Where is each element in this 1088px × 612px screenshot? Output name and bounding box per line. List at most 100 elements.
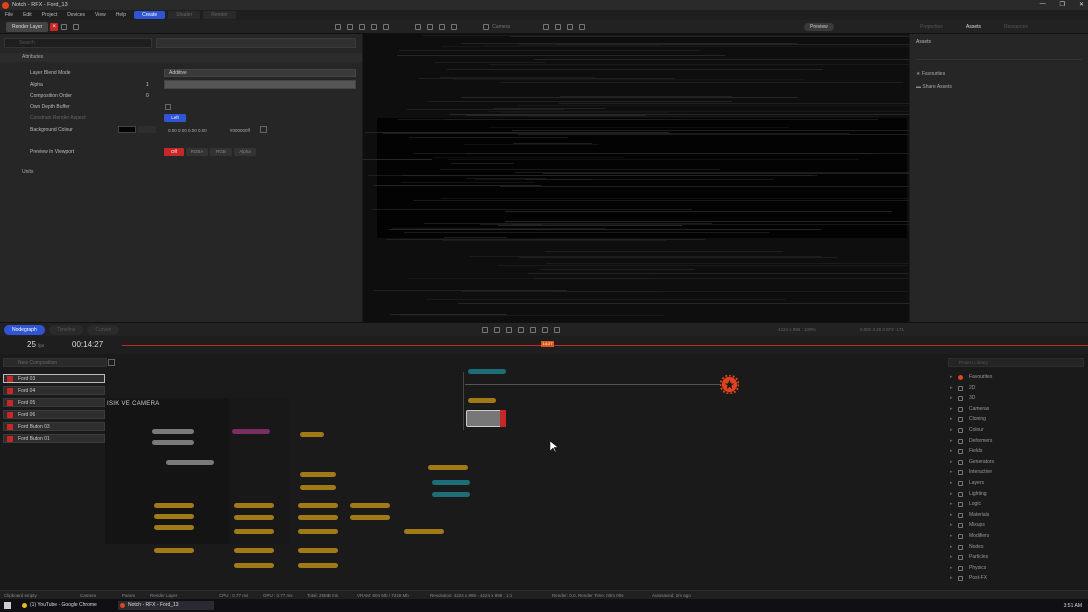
nodegraph-area[interactable]: New Composition Ford 03 Ford 04 Ford 05 …	[0, 354, 1088, 590]
refresh-icon[interactable]	[73, 24, 79, 30]
fps-display[interactable]: 25 fps	[27, 340, 44, 349]
asset-favourites[interactable]: ★ Favourites	[916, 71, 945, 77]
render-layer-button[interactable]: Render Layer	[6, 22, 48, 32]
units-section-header[interactable]: Units	[0, 168, 362, 177]
grid-icon[interactable]	[439, 24, 445, 30]
composition-order-value[interactable]: 0	[146, 93, 149, 99]
background-colour-values[interactable]: 0.00 0.00 0.00 0.00	[168, 128, 207, 133]
mode-create-tab[interactable]: Create	[134, 11, 165, 19]
step-forward-icon[interactable]	[530, 327, 536, 333]
chevron-right-icon[interactable]: ▸	[950, 575, 953, 581]
node[interactable]	[298, 503, 338, 508]
layer-row[interactable]: Ford Buton 03	[3, 422, 105, 431]
asset-share-assets[interactable]: ▬ Share Assets	[916, 84, 952, 90]
composition-search-input[interactable]: New Composition	[3, 358, 107, 367]
node[interactable]	[232, 429, 270, 434]
tab-resources[interactable]: Resources	[1004, 24, 1028, 30]
node[interactable]	[152, 440, 194, 445]
node[interactable]	[300, 472, 336, 477]
tab-timeline[interactable]: Timeline	[49, 325, 84, 335]
select-tool-icon[interactable]	[335, 24, 341, 30]
preview-button[interactable]: Preview	[804, 23, 834, 31]
menu-project[interactable]: Project	[37, 12, 63, 18]
frame-icon[interactable]	[555, 24, 561, 30]
layer-row[interactable]: Ford 05	[3, 398, 105, 407]
timecode-display[interactable]: 00:14:27	[72, 340, 103, 349]
node[interactable]	[350, 503, 390, 508]
light-icon[interactable]	[543, 24, 549, 30]
node[interactable]	[154, 525, 194, 530]
attribute-search-input[interactable]: Search	[4, 38, 152, 48]
wireframe-icon[interactable]	[567, 24, 573, 30]
chevron-right-icon[interactable]: ▸	[950, 459, 953, 465]
chevron-right-icon[interactable]: ▸	[950, 438, 953, 444]
timeline-playhead[interactable]: 14:27	[541, 341, 554, 347]
own-depth-buffer-checkbox[interactable]	[165, 104, 171, 110]
move-tool-icon[interactable]	[347, 24, 353, 30]
taskbar-chrome[interactable]: (1) YouTube - Google Chrome	[20, 601, 116, 610]
eyedropper-icon[interactable]	[260, 126, 267, 133]
background-colour-hex[interactable]: #000000ff	[230, 128, 250, 133]
background-colour-swatch[interactable]	[118, 126, 136, 133]
chevron-right-icon[interactable]: ▸	[950, 512, 953, 518]
camera-icon[interactable]	[483, 24, 489, 30]
close-node-icon[interactable]: ×	[50, 23, 58, 31]
menu-edit[interactable]: Edit	[18, 12, 37, 18]
root-render-node[interactable]	[720, 375, 739, 394]
node[interactable]	[154, 548, 194, 553]
node[interactable]	[234, 529, 274, 534]
render-viewport[interactable]	[363, 34, 909, 322]
layer-row[interactable]: Ford Buton 01	[3, 434, 105, 443]
chevron-right-icon[interactable]: ▸	[950, 491, 953, 497]
menu-file[interactable]: File	[0, 12, 18, 18]
go-end-icon[interactable]	[542, 327, 548, 333]
play-icon[interactable]	[506, 327, 512, 333]
node[interactable]	[298, 515, 338, 520]
node[interactable]	[468, 398, 496, 403]
chevron-right-icon[interactable]: ▸	[950, 533, 953, 539]
rotate-tool-icon[interactable]	[359, 24, 365, 30]
pause-icon[interactable]	[518, 327, 524, 333]
menu-devices[interactable]: Devices	[62, 12, 90, 18]
node[interactable]	[428, 465, 468, 470]
chevron-right-icon[interactable]: ▸	[950, 501, 953, 507]
go-start-icon[interactable]	[482, 327, 488, 333]
chevron-right-icon[interactable]: ▸	[950, 374, 953, 380]
node[interactable]	[404, 529, 444, 534]
node[interactable]	[154, 514, 194, 519]
chevron-right-icon[interactable]: ▸	[950, 385, 953, 391]
chevron-right-icon[interactable]: ▸	[950, 427, 953, 433]
mode-render-tab[interactable]: Render	[203, 11, 235, 19]
add-icon[interactable]	[61, 24, 67, 30]
chevron-right-icon[interactable]: ▸	[950, 448, 953, 454]
chevron-right-icon[interactable]: ▸	[950, 395, 953, 401]
node[interactable]	[300, 485, 336, 490]
layer-blend-mode-select[interactable]: Additive	[164, 69, 356, 77]
node[interactable]	[298, 563, 338, 568]
tab-curves[interactable]: Curves	[87, 325, 119, 335]
node[interactable]	[152, 429, 194, 434]
camera-select[interactable]: Camera	[492, 24, 510, 30]
mode-shader-tab[interactable]: Shader	[168, 11, 200, 19]
tab-assets[interactable]: Assets	[966, 24, 981, 30]
chevron-right-icon[interactable]: ▸	[950, 565, 953, 571]
node[interactable]	[234, 515, 274, 520]
alpha-slider[interactable]	[164, 80, 356, 89]
preview-rgba-button[interactable]: RGBA	[186, 148, 208, 156]
loop-icon[interactable]	[554, 327, 560, 333]
node[interactable]	[432, 480, 470, 485]
node[interactable]	[468, 369, 506, 374]
pen-tool-icon[interactable]	[415, 24, 421, 30]
node[interactable]	[234, 563, 274, 568]
chevron-right-icon[interactable]: ▸	[950, 416, 953, 422]
attributes-section-header[interactable]: Attributes	[0, 53, 362, 62]
timeline-track[interactable]	[122, 345, 1088, 346]
node[interactable]	[234, 503, 274, 508]
windows-start-icon[interactable]	[4, 602, 11, 609]
node[interactable]	[234, 548, 274, 553]
preview-rgb-button[interactable]: RGB	[210, 148, 232, 156]
tab-properties[interactable]: Properties	[920, 24, 943, 30]
menu-view[interactable]: View	[90, 12, 111, 18]
library-search-input[interactable]: Project Library	[948, 358, 1084, 367]
background-alpha-swatch[interactable]	[138, 126, 156, 133]
